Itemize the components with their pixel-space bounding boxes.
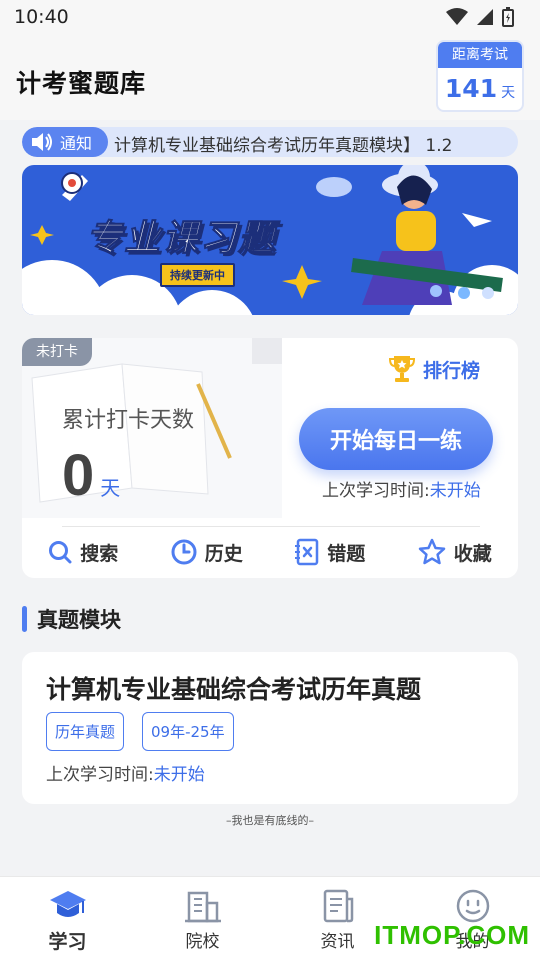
exam-tag: 历年真题 xyxy=(46,712,125,751)
divider xyxy=(62,526,480,527)
ranking-link[interactable]: 排行榜 xyxy=(388,354,480,384)
last-study-value: 未开始 xyxy=(429,481,481,501)
tool-mistakes-label: 错题 xyxy=(327,542,366,565)
star-icon xyxy=(418,538,445,565)
tool-mistakes[interactable]: 错题 xyxy=(295,538,365,566)
section-accent-bar xyxy=(22,606,27,632)
banner-subtitle: 持续更新中 xyxy=(160,263,235,287)
ranking-label: 排行榜 xyxy=(422,359,480,382)
tool-row: 搜索 历史 错题 收藏 xyxy=(22,538,518,566)
tab-news-label: 资讯 xyxy=(320,932,355,952)
tool-history-label: 历史 xyxy=(204,542,243,565)
exam-tag: 09年-25年 xyxy=(142,712,234,751)
checkin-days-number: 0 xyxy=(62,443,95,508)
section-title: 真题模块 xyxy=(37,608,121,632)
tab-schools-label: 院校 xyxy=(185,932,220,952)
tool-search[interactable]: 搜索 xyxy=(48,538,118,566)
exam-countdown[interactable]: 距离考试 141 天 xyxy=(436,40,524,112)
checkin-status-tag: 未打卡 xyxy=(22,338,92,366)
signal-icon xyxy=(477,9,493,25)
status-time: 10:40 xyxy=(14,6,69,28)
graduation-cap-icon xyxy=(49,891,86,917)
checkin-total-label: 累计打卡天数 xyxy=(62,408,195,433)
watermark: ITMOP.COM xyxy=(374,920,530,950)
countdown-value: 141 天 xyxy=(438,74,522,103)
exam-last-study-label: 上次学习时间: xyxy=(46,765,154,785)
countdown-number: 141 xyxy=(444,74,498,103)
app-title: 计考蜜题库 xyxy=(16,69,147,98)
banner-title: 专业课习题 xyxy=(85,218,277,260)
promo-banner[interactable]: 专业课习题 持续更新中 xyxy=(22,165,518,315)
checkin-days-unit: 天 xyxy=(100,476,121,500)
checkin-days: 0天 xyxy=(62,442,120,509)
end-of-list-note: –我也是有底线的– xyxy=(226,814,314,827)
tool-favorites[interactable]: 收藏 xyxy=(418,538,492,566)
trophy-icon xyxy=(388,356,415,382)
exam-last-study: 上次学习时间:未开始 xyxy=(46,760,205,785)
last-study-time: 上次学习时间:未开始 xyxy=(322,476,481,501)
banner-title-box: 专业课习题 xyxy=(85,209,277,261)
tab-schools[interactable]: 院校 xyxy=(135,877,270,960)
status-bar: 10:40 xyxy=(0,0,540,36)
exam-module-card[interactable]: 计算机专业基础综合考试历年真题 历年真题 09年-25年 上次学习时间:未开始 xyxy=(22,652,518,804)
tab-study-label: 学习 xyxy=(48,931,87,953)
tool-favorites-label: 收藏 xyxy=(453,542,492,565)
header: 计考蜜题库 距离考试 141 天 xyxy=(0,36,540,120)
tool-history[interactable]: 历史 xyxy=(171,538,243,566)
tool-search-label: 搜索 xyxy=(80,542,119,565)
clock-icon xyxy=(171,539,197,565)
start-daily-practice-button[interactable]: 开始每日一练 xyxy=(299,408,493,470)
building-icon xyxy=(184,891,221,923)
checkin-card: 未打卡 排行榜 累计打卡天数 0天 开始每日一练 上次学习时间:未开始 搜索 历… xyxy=(22,338,518,578)
last-study-label: 上次学习时间: xyxy=(322,481,430,501)
notice-tag-label: 通知 xyxy=(60,134,93,153)
smiley-icon xyxy=(456,889,489,923)
exam-title: 计算机专业基础综合考试历年真题 xyxy=(46,675,422,704)
section-header: 真题模块 xyxy=(22,604,121,634)
exam-tags: 历年真题 09年-25年 xyxy=(46,712,234,751)
countdown-unit: 天 xyxy=(501,85,516,101)
exam-last-study-value: 未开始 xyxy=(153,765,205,785)
speaker-icon xyxy=(32,133,52,151)
notice-tag: 通知 xyxy=(22,127,108,157)
battery-icon xyxy=(502,7,514,27)
notice-text: 计算机专业基础综合考试历年真题模块】 1.2 xyxy=(114,136,453,156)
notice-bar[interactable]: 通知 计算机专业基础综合考试历年真题模块】 1.2 xyxy=(22,127,518,157)
countdown-label: 距离考试 xyxy=(438,42,522,68)
error-notebook-icon xyxy=(295,538,319,566)
news-icon xyxy=(323,889,353,923)
wifi-icon xyxy=(446,8,468,25)
tab-study[interactable]: 学习 xyxy=(0,877,135,960)
status-icons xyxy=(446,7,514,27)
search-icon xyxy=(49,541,72,564)
